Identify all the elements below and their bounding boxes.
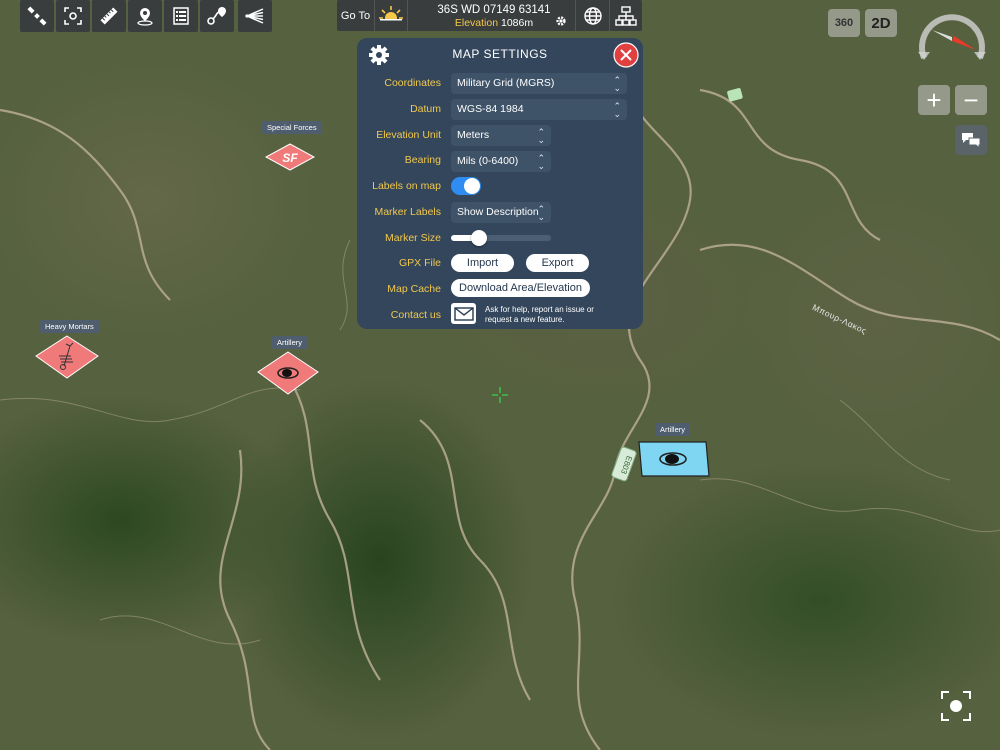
map-settings-panel: MAP SETTINGS Coordinates Military Grid (… [357,38,643,329]
bearing-select[interactable]: Mils (0-6400) ⌃ ⌄ [451,151,551,172]
zoom-out-button[interactable]: − [955,85,987,115]
measure-button[interactable] [92,0,126,32]
chevron-updown-icon: ⌃ ⌄ [537,153,545,171]
map-pin-icon [137,8,153,26]
marker-size-label: Marker Size [384,232,441,244]
marker-labels-select-value: Show Description [457,206,539,218]
marker-labels-select[interactable]: Show Description ⌃ ⌄ [451,202,551,223]
coordinates-label: Coordinates [384,77,441,89]
list-button[interactable] [164,0,198,32]
coordinates-readout: 36S WD 07149 63141 [437,4,551,16]
center-location-button[interactable] [940,690,972,722]
contact-text-line-1: Ask for help, report an issue or [485,305,594,314]
marker-label-heavy-mortars: Heavy Mortars [40,320,99,333]
location-bar: Go To 36S WD 07149 63141 Elevation 1086m [337,0,642,31]
satellite-icon [27,6,47,26]
marker-artillery-left[interactable] [256,350,320,396]
locate-icon [941,691,971,721]
zoom-in-label: + [926,84,942,115]
marker-special-forces[interactable]: SF [264,142,316,172]
marker-size-slider[interactable] [451,230,551,246]
elevation-value: 1086m [501,17,534,29]
field-of-view-button[interactable] [238,0,272,32]
zoom-in-button[interactable]: + [918,85,950,115]
close-button[interactable] [613,42,639,68]
contact-text-line-2: request a new feature. [485,315,565,324]
chevron-updown-icon: ⌃ ⌄ [537,204,545,222]
coordinates-select[interactable]: Military Grid (MGRS) ⌃ ⌄ [451,73,627,94]
special-forces-symbol: SF [282,151,298,165]
focus-button[interactable] [56,0,90,32]
compass-icon[interactable] [912,6,992,76]
labels-on-map-toggle[interactable] [451,177,481,195]
view-360-button[interactable]: 360 [828,9,860,37]
ruler-icon [100,7,118,25]
marker-labels-label: Marker Labels [374,206,441,218]
contact-description: Ask for help, report an issue or request… [485,305,594,325]
globe-icon [583,6,602,25]
list-icon [173,7,189,25]
datum-label: Datum [410,103,441,115]
settings-title: MAP SETTINGS [452,47,548,61]
map-view[interactable]: Go To 36S WD 07149 63141 Elevation 1086m… [0,0,1000,750]
marker-label-special-forces: Special Forces [262,121,322,134]
chevron-updown-icon: ⌃ ⌄ [613,101,621,119]
elevation-unit-select-value: Meters [457,129,490,141]
chevron-updown-icon: ⌃ ⌄ [537,127,545,145]
contact-us-label: Contact us [390,309,441,321]
hierarchy-icon [615,5,637,26]
coordinates-select-value: Military Grid (MGRS) [457,77,555,89]
map-cache-label: Map Cache [387,283,441,295]
marker-artillery-right[interactable] [636,439,712,479]
export-button[interactable]: Export [526,254,589,272]
view-360-label: 360 [834,17,854,29]
labels-on-map-label: Labels on map [372,180,441,192]
envelope-icon [453,306,474,321]
datum-select[interactable]: WGS-84 1984 ⌃ ⌄ [451,99,627,120]
satellite-button[interactable] [20,0,54,32]
chat-button[interactable] [955,125,987,155]
marker-heavy-mortars[interactable] [34,334,100,382]
place-marker-button[interactable] [128,0,162,32]
marker-label-artillery-right: Artillery [655,423,691,436]
hierarchy-button[interactable] [609,0,642,31]
datum-select-value: WGS-84 1984 [457,103,524,115]
view-2d-button[interactable]: 2D [865,9,897,37]
gear-icon[interactable] [555,15,567,27]
route-button[interactable] [200,0,234,32]
gpx-file-label: GPX File [398,257,441,269]
elevation-readout: Elevation 1086m [409,17,579,29]
bearing-select-value: Mils (0-6400) [457,155,519,167]
field-of-view-icon [245,8,264,24]
road-sign-small [727,88,743,102]
road-sign-e803: E803 [611,446,637,482]
toggle-knob [464,178,480,194]
globe-button[interactable] [575,0,609,31]
elevation-unit-label: Elevation Unit [376,129,441,141]
view-2d-label: 2D [871,14,891,32]
import-button[interactable]: Import [451,254,514,272]
download-area-button[interactable]: Download Area/Elevation [451,279,590,297]
marker-label-artillery-left: Artillery [272,336,308,349]
sun-icon[interactable] [378,4,404,26]
route-icon [207,7,226,25]
chat-bubbles-icon [962,133,981,149]
bearing-label: Bearing [404,154,441,166]
zoom-out-label: − [963,84,979,115]
slider-knob[interactable] [471,230,487,246]
goto-button[interactable]: Go To [337,0,375,31]
crosshair-icon [492,387,508,403]
elevation-label: Elevation [454,17,499,29]
focus-frame-icon [64,7,82,25]
chevron-updown-icon: ⌃ ⌄ [613,75,621,93]
elevation-unit-select[interactable]: Meters ⌃ ⌄ [451,125,551,146]
contact-button[interactable] [451,303,476,324]
